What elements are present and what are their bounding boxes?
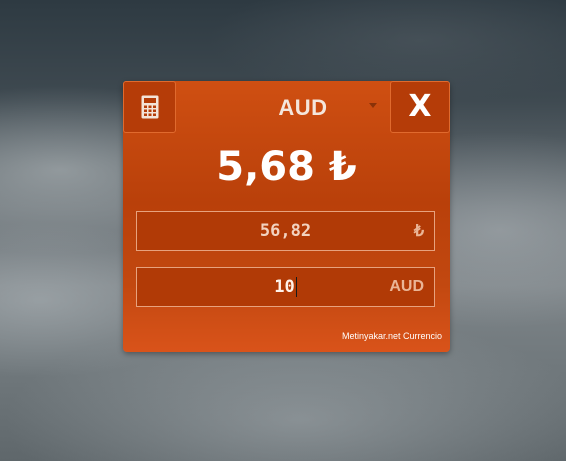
close-button[interactable]: X	[390, 81, 450, 133]
aud-currency-code: AUD	[389, 278, 424, 295]
close-icon: X	[408, 89, 432, 124]
try-amount-value: 56,82	[259, 221, 312, 241]
calculator-button[interactable]	[123, 81, 176, 133]
currency-widget: AUD X 5,68 ₺ 56,82 ₺ 10 AUD Metinyakar.n…	[123, 81, 450, 352]
try-currency-symbol: ₺	[413, 223, 424, 240]
currency-select[interactable]: AUD	[223, 89, 383, 127]
conversion-result: 5,68 ₺	[216, 144, 357, 190]
calculator-icon	[141, 95, 158, 119]
selected-currency: AUD	[278, 95, 328, 120]
chevron-down-icon	[369, 103, 377, 108]
aud-amount-field[interactable]: 10 AUD	[136, 267, 435, 307]
text-caret	[295, 277, 297, 297]
try-amount-field[interactable]: 56,82 ₺	[136, 211, 435, 251]
footer-credit: Metinyakar.net Currencio	[341, 331, 442, 341]
aud-amount-value: 10	[274, 277, 295, 297]
